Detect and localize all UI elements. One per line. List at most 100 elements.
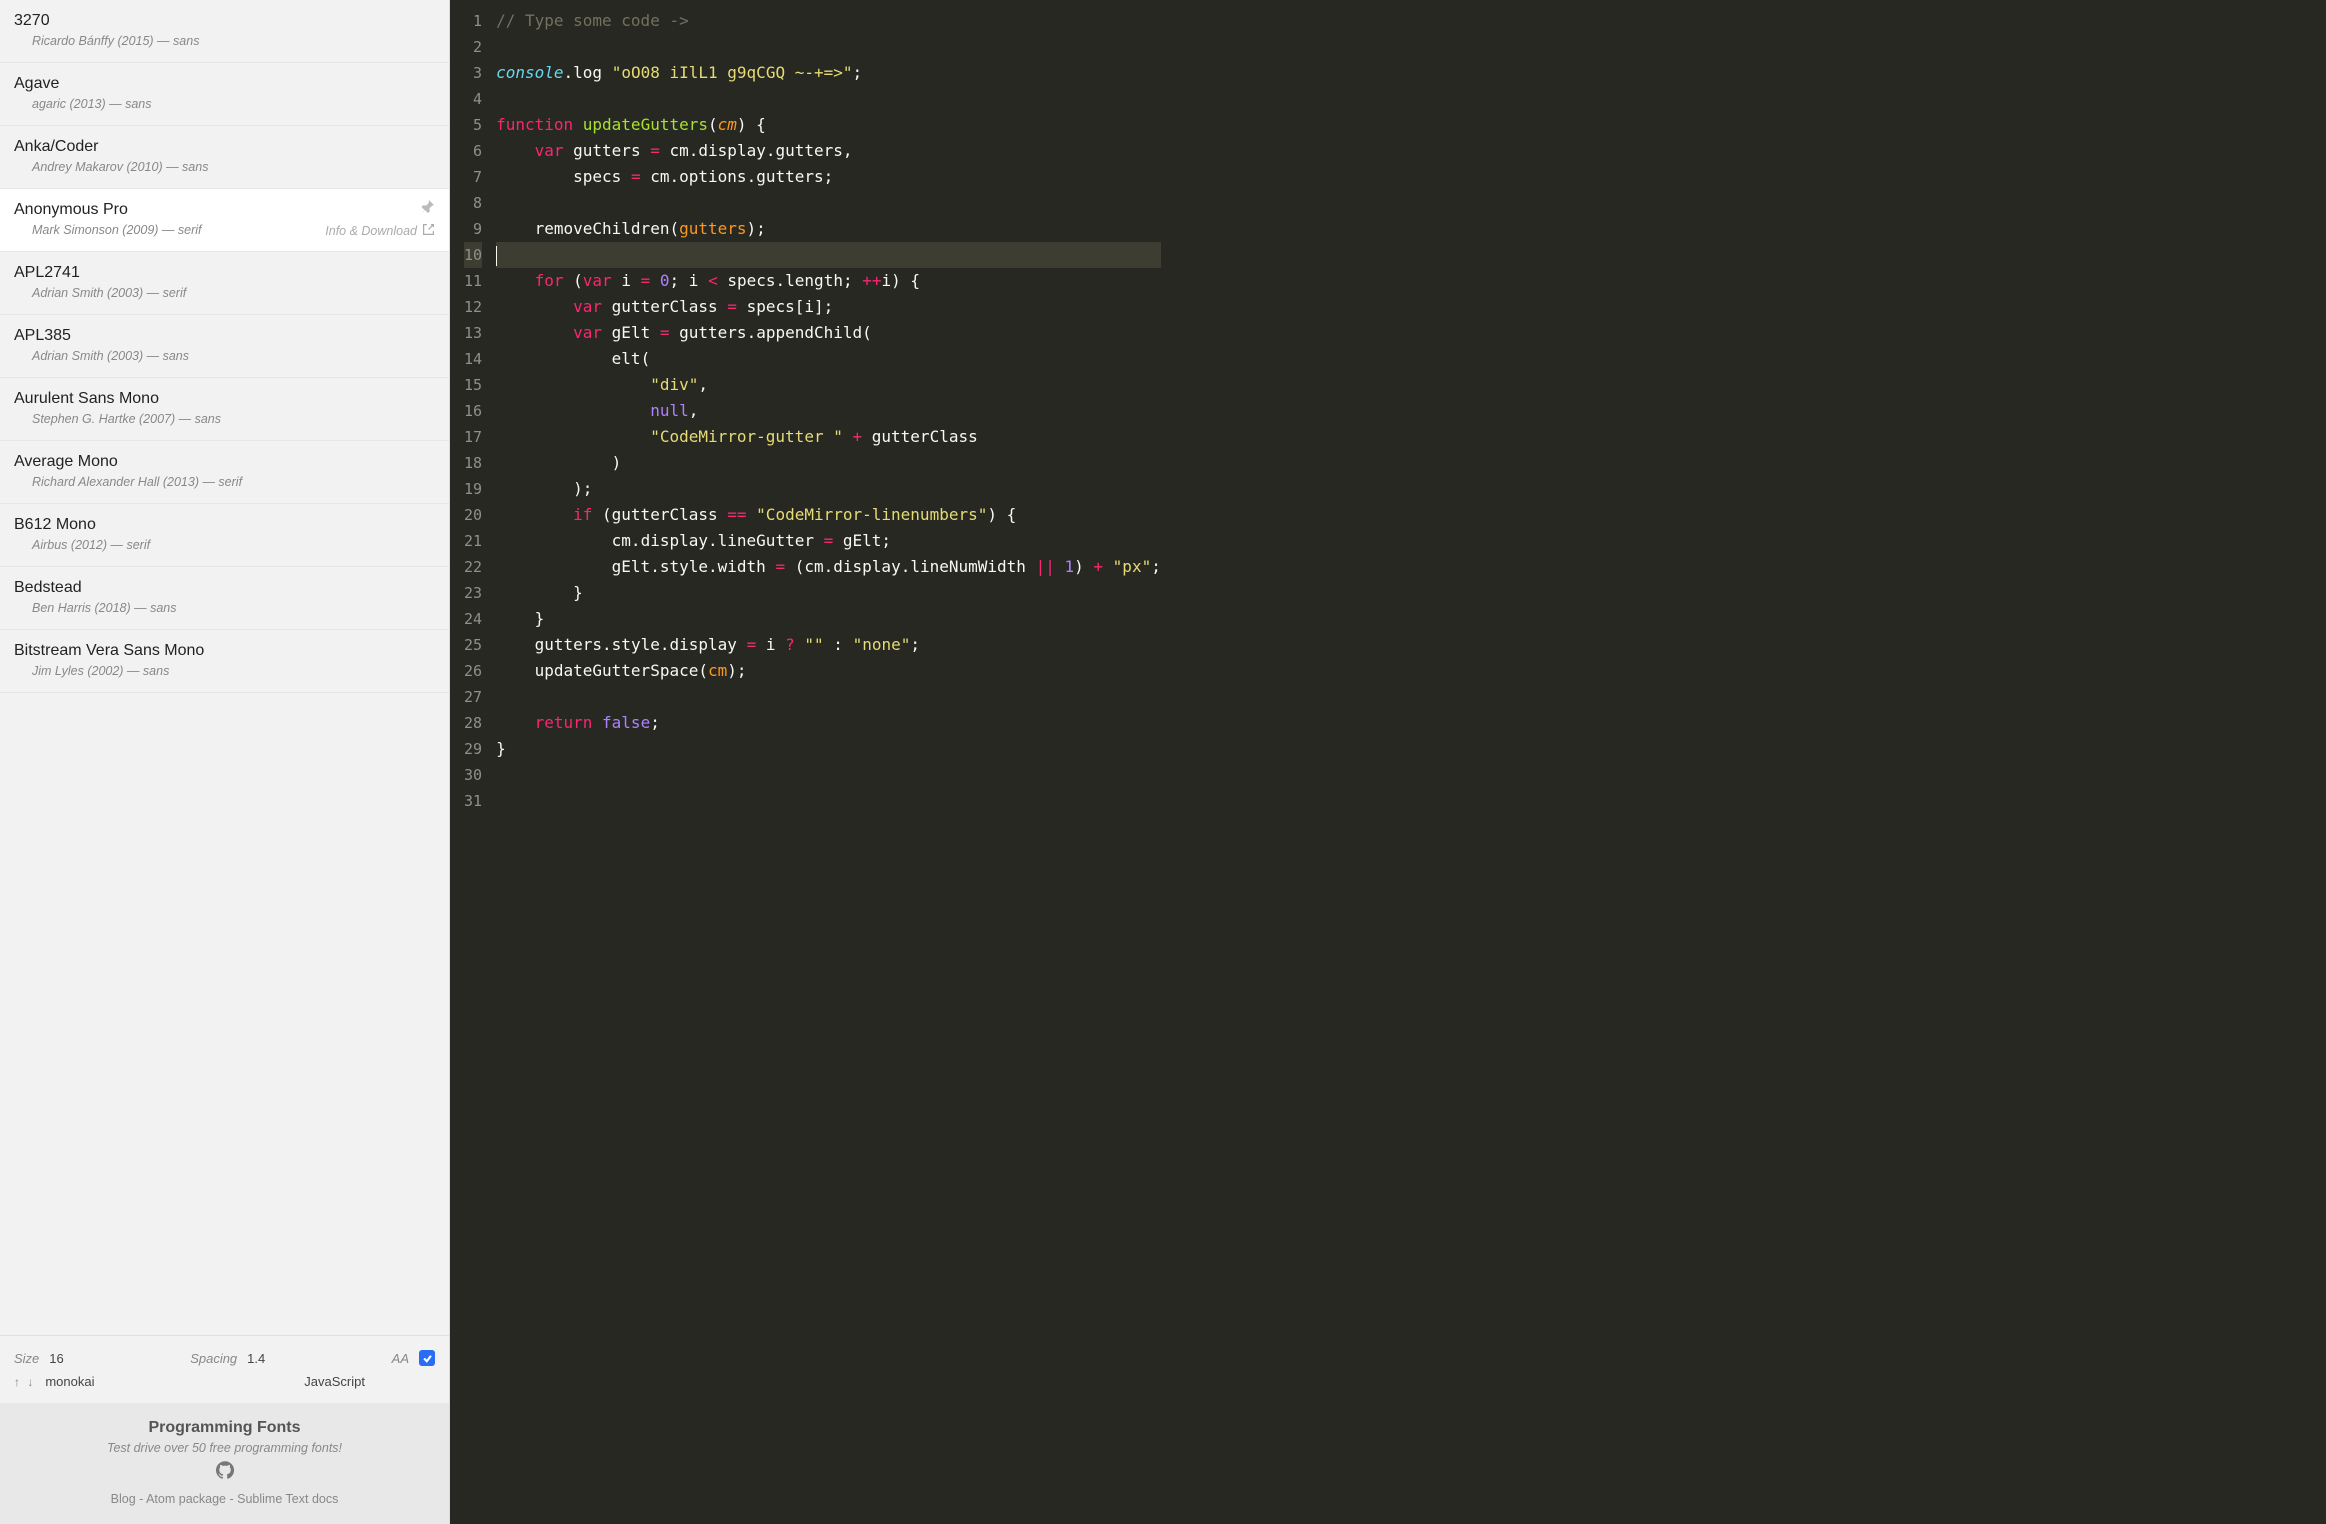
- spacing-value[interactable]: 1.4: [247, 1351, 265, 1366]
- line-number: 29: [464, 736, 482, 762]
- line-number: 21: [464, 528, 482, 554]
- footer: Programming Fonts Test drive over 50 fre…: [0, 1403, 449, 1524]
- code-line[interactable]: }: [496, 580, 1161, 606]
- code-line[interactable]: for (var i = 0; i < specs.length; ++i) {: [496, 268, 1161, 294]
- line-number: 31: [464, 788, 482, 814]
- cursor: [496, 246, 497, 266]
- size-label: Size: [14, 1351, 39, 1366]
- line-number: 6: [464, 138, 482, 164]
- code-line[interactable]: var gutterClass = specs[i];: [496, 294, 1161, 320]
- footer-link-sublime[interactable]: Sublime Text docs: [237, 1492, 338, 1506]
- font-item[interactable]: Anonymous ProMark Simonson (2009) — seri…: [0, 189, 449, 252]
- font-name: Anonymous Pro: [14, 201, 435, 219]
- code-line[interactable]: "div",: [496, 372, 1161, 398]
- github-icon[interactable]: [10, 1461, 439, 1484]
- code-line[interactable]: console.log "oO08 iIlL1 g9qCGQ ~-+=>";: [496, 60, 1161, 86]
- font-name: Average Mono: [14, 453, 435, 471]
- code-line[interactable]: elt(: [496, 346, 1161, 372]
- code-line[interactable]: [496, 34, 1161, 60]
- language-select[interactable]: JavaScript: [304, 1374, 365, 1389]
- line-number: 30: [464, 762, 482, 788]
- code-line[interactable]: removeChildren(gutters);: [496, 216, 1161, 242]
- code-editor[interactable]: 1234567891011121314151617181920212223242…: [450, 0, 2326, 1524]
- code-line[interactable]: [496, 190, 1161, 216]
- line-number: 4: [464, 86, 482, 112]
- font-item[interactable]: APL2741 Adrian Smith (2003) — serif: [0, 252, 449, 315]
- font-meta: Adrian Smith (2003) — sans: [14, 349, 435, 363]
- code-line[interactable]: [496, 242, 1161, 268]
- footer-subtitle: Test drive over 50 free programming font…: [10, 1441, 439, 1455]
- code-line[interactable]: specs = cm.options.gutters;: [496, 164, 1161, 190]
- code-line[interactable]: function updateGutters(cm) {: [496, 112, 1161, 138]
- line-number: 17: [464, 424, 482, 450]
- footer-link-blog[interactable]: Blog: [111, 1492, 136, 1506]
- size-value[interactable]: 16: [49, 1351, 63, 1366]
- font-meta: Ricardo Bánffy (2015) — sans: [14, 34, 435, 48]
- line-number: 8: [464, 190, 482, 216]
- code-line[interactable]: if (gutterClass == "CodeMirror-linenumbe…: [496, 502, 1161, 528]
- footer-link-atom[interactable]: Atom package: [146, 1492, 226, 1506]
- code-line[interactable]: var gElt = gutters.appendChild(: [496, 320, 1161, 346]
- line-number: 1: [464, 8, 482, 34]
- font-item[interactable]: APL385Adrian Smith (2003) — sans: [0, 315, 449, 378]
- line-number: 24: [464, 606, 482, 632]
- font-item[interactable]: Bedstead Ben Harris (2018) — sans: [0, 567, 449, 630]
- editor-gutter: 1234567891011121314151617181920212223242…: [450, 0, 490, 1524]
- font-name: Anka/Coder: [14, 138, 435, 156]
- font-meta: Adrian Smith (2003) — serif: [14, 286, 435, 300]
- code-line[interactable]: null,: [496, 398, 1161, 424]
- code-line[interactable]: gutters.style.display = i ? "" : "none";: [496, 632, 1161, 658]
- theme-select[interactable]: monokai: [45, 1374, 94, 1389]
- line-number: 19: [464, 476, 482, 502]
- code-line[interactable]: );: [496, 476, 1161, 502]
- code-line[interactable]: return false;: [496, 710, 1161, 736]
- code-line[interactable]: }: [496, 606, 1161, 632]
- font-item[interactable]: B612 MonoAirbus (2012) — serif: [0, 504, 449, 567]
- pin-icon[interactable]: [420, 199, 435, 219]
- code-line[interactable]: // Type some code ->: [496, 8, 1161, 34]
- code-line[interactable]: var gutters = cm.display.gutters,: [496, 138, 1161, 164]
- line-number: 5: [464, 112, 482, 138]
- code-line[interactable]: [496, 86, 1161, 112]
- font-name: Aurulent Sans Mono: [14, 390, 435, 408]
- code-line[interactable]: [496, 684, 1161, 710]
- line-number: 12: [464, 294, 482, 320]
- line-number: 14: [464, 346, 482, 372]
- font-item[interactable]: Average MonoRichard Alexander Hall (2013…: [0, 441, 449, 504]
- code-line[interactable]: }: [496, 736, 1161, 762]
- info-download-link[interactable]: Info & Download: [325, 223, 435, 239]
- font-list[interactable]: 3270Ricardo Bánffy (2015) — sansAgaveaga…: [0, 0, 449, 1335]
- code-line[interactable]: cm.display.lineGutter = gElt;: [496, 528, 1161, 554]
- editor-code[interactable]: // Type some code -> console.log "oO08 i…: [490, 0, 1161, 1524]
- font-item[interactable]: Anka/CoderAndrey Makarov (2010) — sans: [0, 126, 449, 189]
- line-number: 23: [464, 580, 482, 606]
- font-item[interactable]: Aurulent Sans Mono Stephen G. Hartke (200…: [0, 378, 449, 441]
- font-meta: Ben Harris (2018) — sans: [14, 601, 435, 615]
- antialias-label: AA: [392, 1351, 409, 1366]
- footer-title: Programming Fonts: [10, 1419, 439, 1437]
- footer-links: Blog - Atom package - Sublime Text docs: [10, 1492, 439, 1506]
- line-number: 15: [464, 372, 482, 398]
- controls-panel: Size 16 Spacing 1.4 AA ↑ ↓ monokai JavaS…: [0, 1335, 449, 1403]
- font-meta: Stephen G. Hartke (2007) — sans: [14, 412, 435, 426]
- code-line[interactable]: [496, 762, 1161, 788]
- font-item[interactable]: Bitstream Vera Sans MonoJim Lyles (2002)…: [0, 630, 449, 693]
- antialias-checkbox[interactable]: [419, 1350, 435, 1366]
- theme-arrows-icon[interactable]: ↑ ↓: [14, 1375, 35, 1389]
- code-line[interactable]: [496, 788, 1161, 814]
- line-number: 27: [464, 684, 482, 710]
- font-item[interactable]: 3270Ricardo Bánffy (2015) — sans: [0, 0, 449, 63]
- font-name: Bedstead: [14, 579, 435, 597]
- code-line[interactable]: "CodeMirror-gutter " + gutterClass: [496, 424, 1161, 450]
- font-meta: Airbus (2012) — serif: [14, 538, 435, 552]
- font-name: APL2741: [14, 264, 435, 282]
- line-number: 22: [464, 554, 482, 580]
- line-number: 10: [464, 242, 482, 268]
- line-number: 7: [464, 164, 482, 190]
- font-item[interactable]: Agaveagaric (2013) — sans: [0, 63, 449, 126]
- line-number: 26: [464, 658, 482, 684]
- code-line[interactable]: ): [496, 450, 1161, 476]
- code-line[interactable]: gElt.style.width = (cm.display.lineNumWi…: [496, 554, 1161, 580]
- font-name: Bitstream Vera Sans Mono: [14, 642, 435, 660]
- code-line[interactable]: updateGutterSpace(cm);: [496, 658, 1161, 684]
